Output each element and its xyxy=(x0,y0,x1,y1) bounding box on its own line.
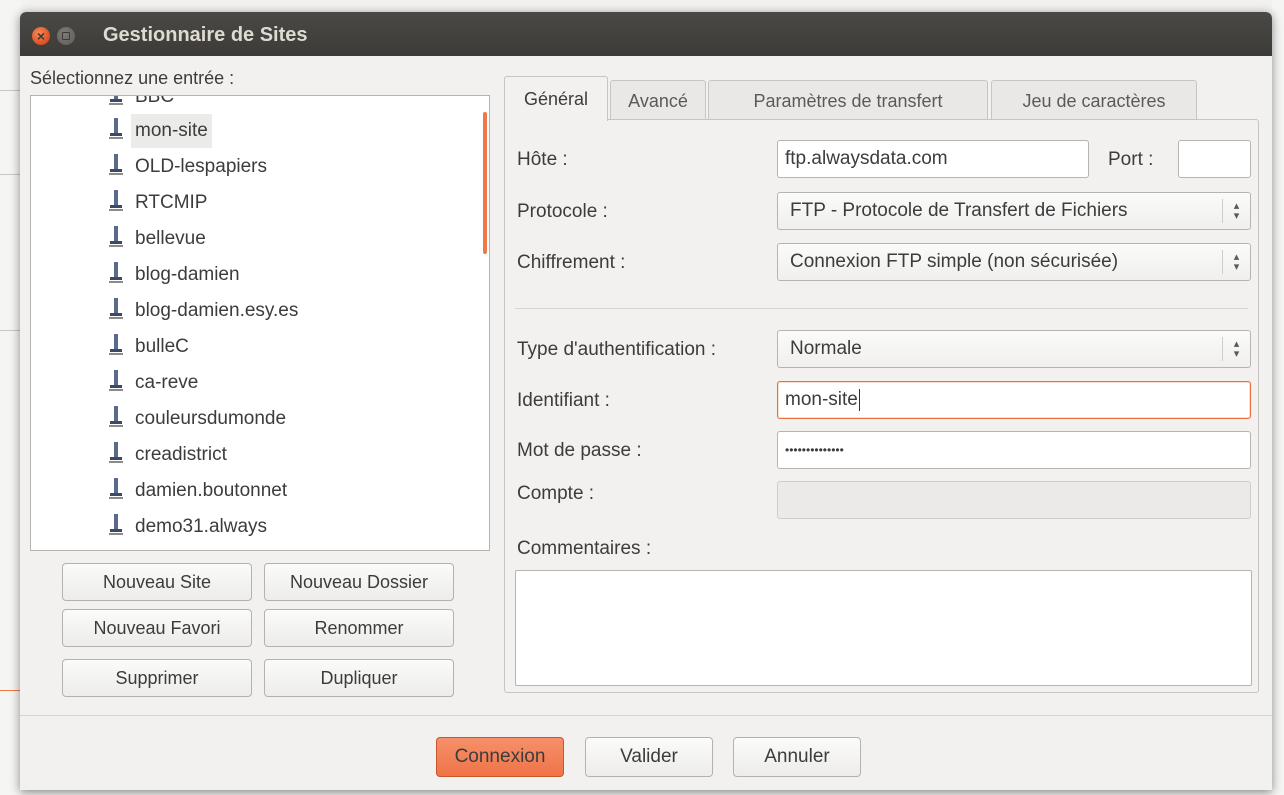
tree-item[interactable]: blog-damien.esy.es xyxy=(109,294,298,328)
tree-item[interactable]: ca-reve xyxy=(109,366,198,400)
protocol-value: FTP - Protocole de Transfert de Fichiers xyxy=(790,200,1128,221)
server-icon xyxy=(109,225,123,248)
general-panel: Hôte : ftp.alwaysdata.com Port : Protoco… xyxy=(504,119,1259,693)
user-value: mon-site xyxy=(785,389,858,410)
connect-button[interactable]: Connexion xyxy=(436,737,564,777)
server-icon xyxy=(109,117,123,140)
port-input[interactable] xyxy=(1178,140,1251,178)
comments-textarea[interactable] xyxy=(515,570,1252,686)
tree-scrollbar[interactable] xyxy=(483,112,487,254)
tab-transfer-settings[interactable]: Paramètres de transfert xyxy=(708,80,988,120)
divider xyxy=(0,330,22,331)
account-label: Compte : xyxy=(517,483,595,504)
text-caret xyxy=(858,388,860,411)
spin-arrows-icon: ▴ ▾ xyxy=(1222,337,1250,361)
footer-separator xyxy=(20,715,1272,716)
tree-item[interactable]: BBC xyxy=(109,96,174,114)
encryption-select[interactable]: Connexion FTP simple (non sécurisée) ▴ ▾ xyxy=(777,243,1251,281)
new-folder-button[interactable]: Nouveau Dossier xyxy=(264,563,454,601)
background-window-right xyxy=(1272,0,1284,795)
new-bookmark-button[interactable]: Nouveau Favori xyxy=(62,609,252,647)
tree-item[interactable]: damien.boutonnet xyxy=(109,474,287,508)
cancel-button[interactable]: Annuler xyxy=(733,737,861,777)
server-icon xyxy=(109,189,123,212)
ok-button[interactable]: Valider xyxy=(585,737,713,777)
comments-label: Commentaires : xyxy=(517,538,652,559)
server-icon xyxy=(109,153,123,176)
auth-type-select[interactable]: Normale ▴ ▾ xyxy=(777,330,1251,368)
spin-arrows-icon: ▴ ▾ xyxy=(1222,250,1250,274)
minimize-icon[interactable] xyxy=(57,27,75,45)
auth-type-label: Type d'authentification : xyxy=(517,339,717,360)
server-icon xyxy=(109,441,123,464)
port-label: Port : xyxy=(1108,149,1154,170)
close-icon[interactable]: × xyxy=(32,27,50,45)
site-manager-dialog: × Gestionnaire de Sites Sélectionnez une… xyxy=(20,12,1272,790)
server-icon xyxy=(109,297,123,320)
tree-item[interactable]: creadistrict xyxy=(109,438,227,472)
server-icon xyxy=(109,405,123,428)
server-icon xyxy=(109,369,123,392)
select-entry-label: Sélectionnez une entrée : xyxy=(30,68,235,88)
spin-arrows-icon: ▴ ▾ xyxy=(1222,199,1250,223)
tab-advanced[interactable]: Avancé xyxy=(610,80,706,120)
tree-item[interactable]: RTCMIP xyxy=(109,186,207,220)
password-label: Mot de passe : xyxy=(517,440,642,461)
dialog-title: Gestionnaire de Sites xyxy=(103,24,308,46)
delete-button[interactable]: Supprimer xyxy=(62,659,252,697)
background-window xyxy=(0,0,22,795)
host-input[interactable]: ftp.alwaysdata.com xyxy=(777,140,1089,178)
user-input[interactable]: mon-site xyxy=(777,381,1251,419)
protocol-label: Protocole : xyxy=(517,201,608,222)
tab-general[interactable]: Général xyxy=(504,76,608,121)
new-site-button[interactable]: Nouveau Site xyxy=(62,563,252,601)
duplicate-button[interactable]: Dupliquer xyxy=(264,659,454,697)
tab-charset[interactable]: Jeu de caractères xyxy=(991,80,1197,120)
server-icon xyxy=(109,513,123,536)
separator xyxy=(515,308,1248,309)
server-icon xyxy=(109,333,123,356)
tree-item[interactable]: demo31.always xyxy=(109,510,267,544)
server-icon xyxy=(109,96,123,106)
tree-item[interactable]: OLD-lespapiers xyxy=(109,150,267,184)
site-tree[interactable]: BBC mon-site OLD-lespapiers RTCMIP belle… xyxy=(30,95,490,551)
user-label: Identifiant : xyxy=(517,390,610,411)
encryption-value: Connexion FTP simple (non sécurisée) xyxy=(790,251,1119,272)
protocol-select[interactable]: FTP - Protocole de Transfert de Fichiers… xyxy=(777,192,1251,230)
divider xyxy=(0,174,22,175)
tree-item[interactable]: couleursdumonde xyxy=(109,402,286,436)
rename-button[interactable]: Renommer xyxy=(264,609,454,647)
encryption-label: Chiffrement : xyxy=(517,252,626,273)
tree-item[interactable]: bellevue xyxy=(109,222,206,256)
title-bar: × Gestionnaire de Sites xyxy=(20,12,1272,56)
tree-item-selected[interactable]: mon-site xyxy=(109,114,212,148)
divider xyxy=(0,90,22,91)
divider xyxy=(0,690,22,691)
server-icon xyxy=(109,477,123,500)
server-icon xyxy=(109,261,123,284)
host-label: Hôte : xyxy=(517,149,568,170)
account-input xyxy=(777,481,1251,519)
auth-type-value: Normale xyxy=(790,338,862,359)
tree-item[interactable]: bulleC xyxy=(109,330,189,364)
password-input[interactable]: •••••••••••••• xyxy=(777,431,1251,469)
tree-item[interactable]: blog-damien xyxy=(109,258,240,292)
